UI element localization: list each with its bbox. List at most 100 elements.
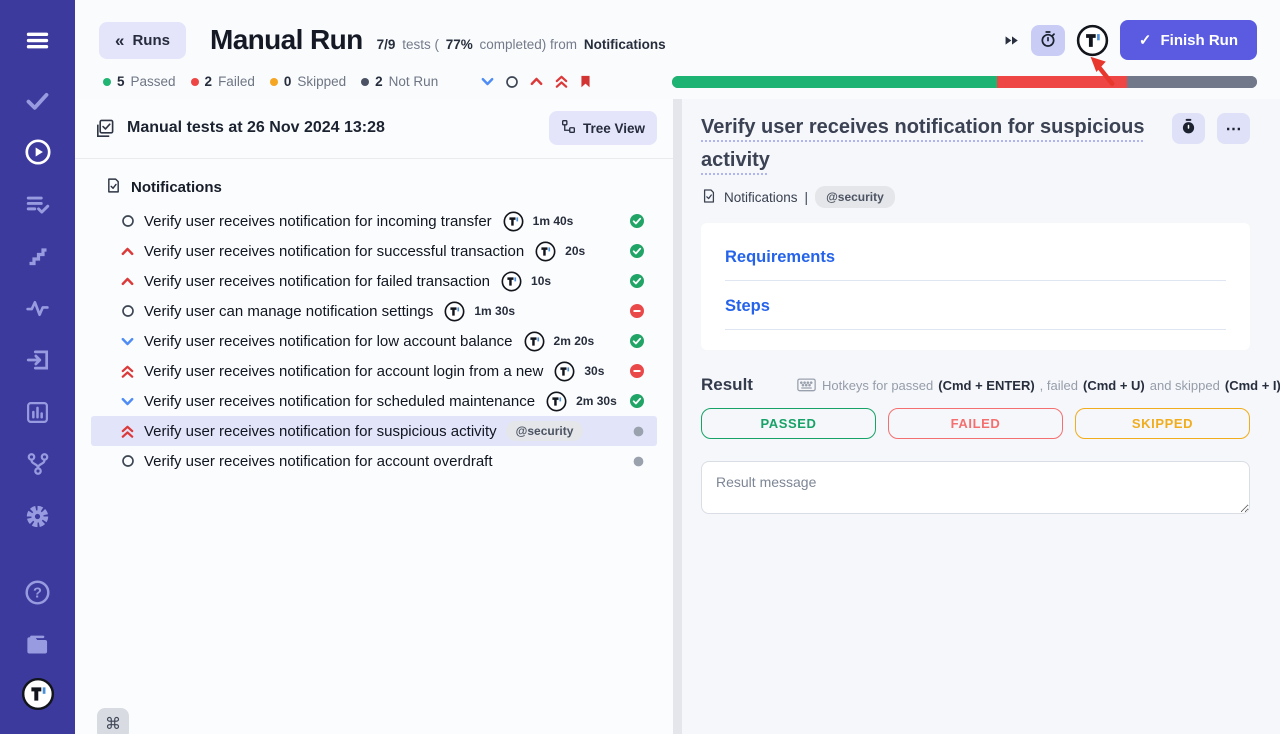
check-icon bbox=[24, 87, 51, 114]
status-passed-icon[interactable] bbox=[629, 333, 645, 349]
tree-view-button[interactable]: Tree View bbox=[549, 111, 657, 145]
result-heading: Result bbox=[701, 375, 753, 395]
test-title: Verify user receives notification for sc… bbox=[144, 393, 535, 410]
run-progress-summary: 7/9 tests ( 77% completed) from Notifica… bbox=[377, 29, 669, 52]
menu-icon bbox=[24, 27, 51, 54]
gear-icon bbox=[24, 503, 51, 530]
command-icon: ⌘ bbox=[105, 714, 121, 734]
status-dot bbox=[361, 78, 369, 86]
test-row[interactable]: Verify user receives notification for in… bbox=[91, 206, 657, 236]
status-counts: 5Passed 2Failed 0Skipped 2Not Run bbox=[103, 74, 438, 89]
filter-chevron-down-blue-icon[interactable] bbox=[480, 74, 495, 89]
back-to-runs-button[interactable]: « Runs bbox=[99, 22, 186, 59]
sidebar-item-help[interactable]: ? bbox=[18, 572, 58, 612]
filter-chevrons-up-red-icon[interactable] bbox=[554, 74, 569, 89]
sidebar-item-play-circle[interactable] bbox=[18, 132, 58, 172]
sidebar-item-logo[interactable] bbox=[18, 676, 58, 716]
filter-circle-outline-icon[interactable] bbox=[505, 75, 519, 89]
suite-folder-row[interactable]: Notifications bbox=[91, 173, 673, 206]
test-logo-icon bbox=[444, 301, 465, 322]
filter-chevron-up-red-icon[interactable] bbox=[529, 74, 544, 89]
main-area: « Runs Manual Run 7/9 tests ( 77% comple… bbox=[75, 0, 1280, 734]
sidebar-item-menu[interactable] bbox=[18, 20, 58, 60]
command-shortcut-button[interactable]: ⌘ bbox=[97, 708, 129, 734]
progress-segment-passed bbox=[672, 76, 997, 88]
test-logo-icon bbox=[535, 241, 556, 262]
sidebar-item-branch[interactable] bbox=[18, 444, 58, 484]
status-passed-icon[interactable] bbox=[629, 213, 645, 229]
sidebar-item-pulse[interactable] bbox=[18, 288, 58, 328]
content-split: Manual tests at 26 Nov 2024 13:28 Tree V… bbox=[75, 99, 1280, 734]
breadcrumb-separator: | bbox=[805, 190, 809, 205]
status-passed-icon[interactable] bbox=[629, 243, 645, 259]
status-failed-icon[interactable] bbox=[629, 363, 645, 379]
section-link-requirements[interactable]: Requirements bbox=[725, 248, 1226, 281]
test-row[interactable]: Verify user can manage notification sett… bbox=[91, 296, 657, 326]
test-duration: 20s bbox=[565, 244, 585, 258]
priority-critical-icon bbox=[119, 424, 136, 439]
status-count-failed: 2Failed bbox=[191, 74, 255, 89]
tree-view-label: Tree View bbox=[583, 121, 645, 136]
hotkeys-text: Hotkeys for passed(Cmd + ENTER), failed(… bbox=[822, 378, 1280, 393]
sidebar-item-import[interactable] bbox=[18, 340, 58, 380]
list-check-icon bbox=[25, 191, 51, 217]
security-tag-badge[interactable]: @security bbox=[815, 186, 895, 208]
test-row[interactable]: Verify user receives notification for sc… bbox=[91, 386, 657, 416]
status-passed-icon[interactable] bbox=[629, 273, 645, 289]
page-title: Manual Run bbox=[210, 24, 363, 56]
test-row[interactable]: Verify user receives notification for fa… bbox=[91, 266, 657, 296]
bar-chart-icon bbox=[25, 400, 50, 425]
test-row[interactable]: Verify user receives notification for su… bbox=[91, 416, 657, 446]
panel-splitter[interactable] bbox=[673, 99, 682, 734]
test-title: Verify user receives notification for fa… bbox=[144, 273, 490, 290]
test-duration: 2m 30s bbox=[576, 394, 617, 408]
result-passed-button[interactable]: PASSED bbox=[701, 408, 876, 439]
detail-timer-button[interactable] bbox=[1172, 113, 1205, 144]
detail-test-title[interactable]: Verify user receives notification for su… bbox=[701, 111, 1169, 177]
hotkey-combo: (Cmd + ENTER) bbox=[938, 378, 1034, 393]
status-not-run-icon[interactable] bbox=[632, 425, 645, 438]
priority-low-icon bbox=[119, 394, 136, 409]
status-count-skipped: 0Skipped bbox=[270, 74, 346, 89]
breadcrumb-folder[interactable]: Notifications bbox=[724, 190, 798, 205]
priority-high-icon bbox=[119, 244, 136, 259]
result-failed-button[interactable]: FAILED bbox=[888, 408, 1063, 439]
test-title: Verify user receives notification for lo… bbox=[144, 333, 513, 350]
result-buttons: PASSED FAILED SKIPPED bbox=[701, 408, 1250, 439]
user-logo-icon[interactable] bbox=[1076, 24, 1109, 57]
test-row[interactable]: Verify user receives notification for su… bbox=[91, 236, 657, 266]
sidebar-item-check[interactable] bbox=[18, 80, 58, 120]
status-passed-icon[interactable] bbox=[629, 393, 645, 409]
sidebar-item-gear[interactable] bbox=[18, 496, 58, 536]
test-logo-icon bbox=[524, 331, 545, 352]
sidebar-item-folder[interactable] bbox=[18, 624, 58, 664]
breadcrumb: Notifications | @security bbox=[701, 186, 1250, 208]
stopwatch-icon bbox=[1039, 30, 1057, 51]
test-title: Verify user receives notification for ac… bbox=[144, 363, 543, 380]
suite-name: Notifications bbox=[584, 37, 666, 52]
test-title: Verify user receives notification for ac… bbox=[144, 453, 493, 470]
sidebar-item-stairs[interactable] bbox=[18, 236, 58, 276]
sidebar-item-list-check[interactable] bbox=[18, 184, 58, 224]
test-row[interactable]: Verify user receives notification for ac… bbox=[91, 446, 657, 476]
filter-bookmark-red-icon[interactable] bbox=[579, 74, 592, 89]
result-message-input[interactable] bbox=[701, 461, 1250, 514]
status-row: 5Passed 2Failed 0Skipped 2Not Run bbox=[75, 66, 1280, 99]
fast-forward-icon[interactable] bbox=[1003, 32, 1020, 49]
timer-button[interactable] bbox=[1031, 25, 1065, 56]
status-not-run-icon[interactable] bbox=[632, 455, 645, 468]
completed-percent: 77% bbox=[446, 37, 473, 52]
test-duration: 1m 40s bbox=[533, 214, 574, 228]
test-row[interactable]: Verify user receives notification for lo… bbox=[91, 326, 657, 356]
status-count-not-run: 2Not Run bbox=[361, 74, 438, 89]
status-count-passed: 5Passed bbox=[103, 74, 176, 89]
section-link-steps[interactable]: Steps bbox=[725, 297, 1226, 330]
finish-run-button[interactable]: ✓ Finish Run bbox=[1120, 20, 1257, 60]
result-skipped-button[interactable]: SKIPPED bbox=[1075, 408, 1250, 439]
branch-icon bbox=[25, 451, 51, 477]
detail-more-button[interactable]: ⋯ bbox=[1217, 113, 1250, 144]
status-failed-icon[interactable] bbox=[629, 303, 645, 319]
sidebar-item-bar-chart[interactable] bbox=[18, 392, 58, 432]
document-check-icon bbox=[105, 177, 122, 198]
test-row[interactable]: Verify user receives notification for ac… bbox=[91, 356, 657, 386]
